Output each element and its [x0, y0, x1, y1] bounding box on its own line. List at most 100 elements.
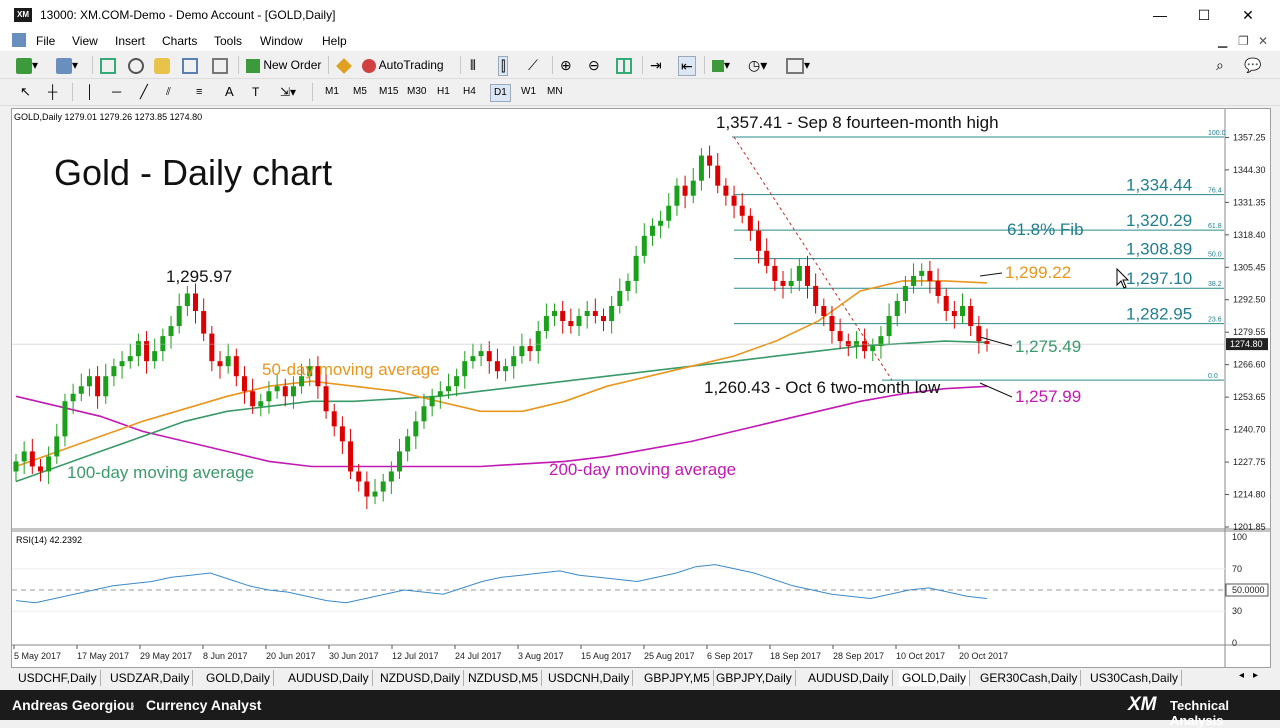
crosshair-icon[interactable]: ┼ — [48, 83, 57, 101]
period-h4[interactable]: H4 — [460, 84, 479, 100]
navigator-icon[interactable] — [154, 56, 170, 74]
candle-body — [968, 306, 974, 327]
candle-body — [788, 280, 794, 286]
chat-icon[interactable]: 💬 — [1244, 56, 1261, 74]
equidistant-channel-icon[interactable]: ⫽ — [166, 83, 171, 101]
close-button[interactable]: ✕ — [1228, 4, 1268, 26]
periods-icon[interactable]: ◷▾ — [748, 56, 767, 74]
market-watch-icon[interactable] — [100, 56, 116, 74]
candle-body — [413, 421, 419, 437]
candle-body — [462, 361, 468, 377]
minimize-button[interactable]: — — [1140, 4, 1180, 26]
menu-charts[interactable]: Charts — [162, 34, 197, 48]
new-chart-icon[interactable]: ▾ — [16, 56, 38, 74]
date-label: 20 Oct 2017 — [959, 651, 1008, 661]
text-tool-icon[interactable]: A — [225, 83, 234, 101]
chart-shift-icon[interactable]: ⇤ — [678, 56, 696, 76]
chart-tab[interactable]: GER30Cash,Daily — [977, 670, 1082, 686]
data-window-icon[interactable] — [128, 56, 144, 74]
period-d1[interactable]: D1 — [490, 84, 511, 102]
fibonacci-icon[interactable]: ≡ — [196, 83, 202, 101]
chart-tab[interactable]: GOLD,Daily — [203, 670, 275, 686]
gold-daily-chart[interactable]: 100.0 76.4 1,334.44 61.8 1,320.29 50.0 1,308.8… — [12, 109, 1270, 667]
tab-scroll-right-icon[interactable]: ▸ — [1253, 670, 1258, 681]
metaeditor-icon[interactable] — [336, 56, 352, 74]
chart-tab[interactable]: NZDUSD,Daily — [377, 670, 465, 686]
profiles-icon[interactable]: ▾ — [56, 56, 78, 74]
candle-body — [282, 386, 288, 397]
arrows-icon[interactable]: ⇲▾ — [280, 83, 296, 101]
candle-body — [935, 280, 941, 296]
rsi-tick-label: 50.0000 — [1232, 585, 1265, 595]
period-m15[interactable]: M15 — [376, 84, 401, 100]
chart-tabs: USDCHF,Daily USDZAR,Daily GOLD,Daily AUDUSD… — [11, 668, 1269, 688]
chart-window[interactable]: 100.0 76.4 1,334.44 61.8 1,320.29 50.0 1,308.8… — [11, 108, 1271, 668]
chart-tab[interactable]: USDCHF,Daily — [15, 670, 101, 686]
chart-tab[interactable]: GBPJPY,Daily — [713, 670, 796, 686]
period-m1[interactable]: M1 — [322, 84, 342, 100]
menu-tools[interactable]: Tools — [214, 34, 242, 48]
text-label-icon[interactable]: T — [252, 83, 259, 101]
candle-body — [641, 235, 647, 256]
strategy-tester-icon[interactable] — [212, 56, 228, 74]
zoom-in-icon[interactable]: ⊕ — [560, 56, 572, 74]
terminal-icon[interactable] — [182, 56, 198, 74]
line-chart-icon[interactable]: ⟋ — [528, 56, 538, 74]
period-mn[interactable]: MN — [544, 84, 566, 100]
chart-tab[interactable]: AUDUSD,Daily — [285, 670, 373, 686]
horizontal-line-icon[interactable]: ─ — [112, 83, 121, 101]
price-tick-label: 1344.30 — [1233, 165, 1266, 175]
date-label: 15 Aug 2017 — [581, 651, 632, 661]
vertical-line-icon[interactable]: │ — [86, 83, 94, 101]
chart-tab[interactable]: GBPJPY,M5 — [641, 670, 714, 686]
period-m5[interactable]: M5 — [350, 84, 370, 100]
chart-tab[interactable]: AUDUSD,Daily — [805, 670, 893, 686]
candle-body — [258, 401, 264, 407]
period-w1[interactable]: W1 — [518, 84, 539, 100]
templates-icon[interactable]: ▾ — [786, 56, 810, 74]
chart-tab[interactable]: NZDUSD,M5 — [465, 670, 543, 686]
menu-file[interactable]: File — [36, 34, 55, 48]
trendline-icon[interactable]: ╱ — [140, 83, 148, 101]
cursor-icon[interactable]: ↖ — [20, 83, 31, 101]
fib-level-percent: 0.0 — [1208, 373, 1218, 380]
chart-tab[interactable]: USDCNH,Daily — [545, 670, 634, 686]
menu-help[interactable]: Help — [322, 34, 347, 48]
price-tick-label: 1279.55 — [1233, 327, 1266, 337]
period-m30[interactable]: M30 — [404, 84, 429, 100]
period-h1[interactable]: H1 — [434, 84, 453, 100]
candle-body — [625, 280, 631, 291]
maximize-button[interactable]: ☐ — [1184, 4, 1224, 26]
candle-body — [927, 270, 933, 281]
menu-insert[interactable]: Insert — [115, 34, 145, 48]
tile-windows-icon[interactable] — [616, 56, 632, 74]
bar-chart-icon[interactable]: ⫴ — [470, 56, 476, 74]
candle-body — [478, 351, 484, 357]
chart-tab[interactable]: USDZAR,Daily — [107, 670, 194, 686]
new-order-button[interactable]: New Order — [246, 56, 321, 74]
price-tick-label: 1240.70 — [1233, 425, 1266, 435]
candle-body — [241, 376, 247, 392]
date-label: 5 May 2017 — [14, 651, 61, 661]
mdi-restore-icon[interactable]: ❐ — [1238, 34, 1249, 48]
indicators-icon[interactable]: ▾ — [712, 56, 730, 74]
tab-scroll-left-icon[interactable]: ◂ — [1239, 670, 1244, 681]
mdi-minimize-icon[interactable]: ▁ — [1218, 34, 1227, 48]
candlestick-icon[interactable]: ⫿ — [498, 56, 509, 76]
candle-body — [658, 220, 664, 226]
fib-level-percent: 38.2 — [1208, 281, 1222, 288]
menu-window[interactable]: Window — [260, 34, 303, 48]
menu-view[interactable]: View — [72, 34, 98, 48]
ma50-line — [15, 280, 988, 468]
candle-body — [364, 481, 370, 497]
chart-tab[interactable]: GOLD,Daily — [899, 670, 971, 686]
chart-tab[interactable]: US30Cash,Daily — [1087, 670, 1183, 686]
candle-body — [13, 461, 19, 472]
autotrading-button[interactable]: AutoTrading — [362, 56, 444, 74]
zoom-out-icon[interactable]: ⊖ — [588, 56, 600, 74]
autotrading-icon — [362, 58, 376, 73]
mdi-close-icon[interactable]: ✕ — [1258, 34, 1268, 48]
search-icon[interactable]: ⌕ — [1216, 56, 1224, 74]
price-tick-label: 1214.80 — [1233, 490, 1266, 500]
auto-scroll-icon[interactable]: ⇥ — [650, 56, 662, 74]
